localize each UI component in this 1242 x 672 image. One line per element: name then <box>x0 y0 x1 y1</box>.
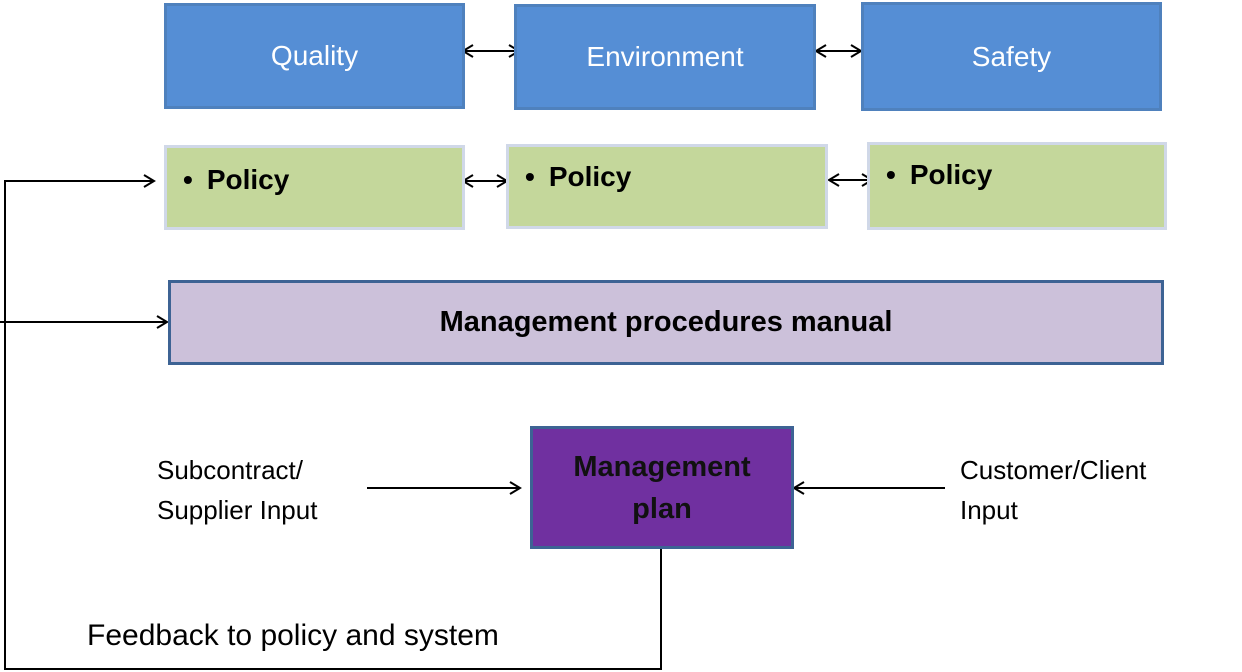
manual-label: Management procedures manual <box>439 306 893 338</box>
safety-policy-box: • Policy <box>867 142 1167 230</box>
management-plan-box: Management plan <box>530 426 794 549</box>
feedback-label: Feedback to policy and system <box>87 619 499 652</box>
quality-policy-box: • Policy <box>164 145 465 230</box>
bullet: • <box>183 164 193 195</box>
safety-box: Safety <box>861 2 1162 111</box>
safety-label: Safety <box>971 40 1052 72</box>
policy-label: Policy <box>548 161 632 192</box>
quality-label: Quality <box>270 40 359 71</box>
bullet: • <box>525 161 535 192</box>
supplier-input-label: Subcontract/ Supplier Input <box>157 450 317 530</box>
environment-box: Environment <box>514 4 816 110</box>
customer-input-label: Customer/Client Input <box>960 450 1146 530</box>
customer-line2: Input <box>960 495 1018 525</box>
bullet: • <box>886 159 896 190</box>
feedback-loop-line <box>4 174 662 670</box>
customer-line1: Customer/Client <box>960 455 1147 485</box>
plan-label-line1: Management <box>573 450 751 483</box>
environment-label: Environment <box>586 41 744 72</box>
environment-policy-box: • Policy <box>506 144 828 229</box>
plan-label-line2: plan <box>632 492 692 525</box>
supplier-line1: Subcontract/ <box>157 455 303 485</box>
quality-box: Quality <box>164 3 465 109</box>
management-procedures-manual-box: Management procedures manual <box>168 280 1164 365</box>
policy-label: Policy <box>206 164 290 195</box>
policy-label: Policy <box>909 159 993 190</box>
supplier-line2: Supplier Input <box>157 495 318 525</box>
